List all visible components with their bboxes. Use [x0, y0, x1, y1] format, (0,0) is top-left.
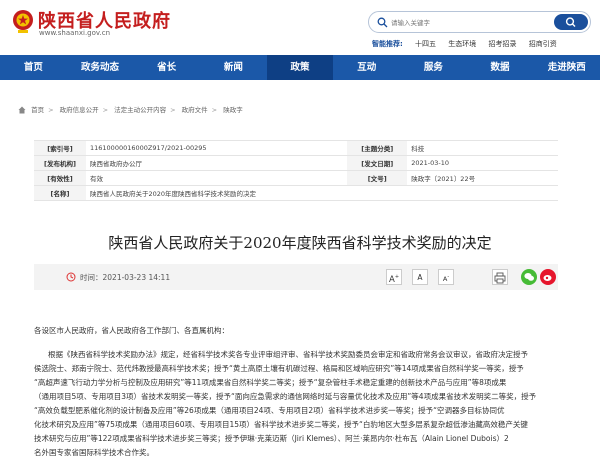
nav-item-data[interactable]: 数据	[467, 55, 534, 80]
nav-item-service[interactable]: 服务	[400, 55, 467, 80]
meta-row: [有效性] 有效 [文号] 陕政字〔2021〕22号	[34, 170, 558, 186]
meta-value: 有效	[86, 170, 348, 186]
nav-item-home[interactable]: 首页	[0, 55, 67, 80]
print-button[interactable]	[492, 269, 508, 285]
breadcrumb-current[interactable]: 陕政字	[223, 106, 243, 114]
smart-item[interactable]: 招商引资	[529, 40, 557, 48]
meta-value: 2021-03-10	[407, 155, 558, 171]
body-line: 技术研究与应用”等122项成果省科学技术进步奖三等奖；授予伊琳·克莱迈斯（Jir…	[34, 434, 509, 443]
meta-row: [索引号] 11610000016000Z917/2021-00295 [主题分…	[34, 140, 558, 156]
breadcrumb-open-info[interactable]: 政府信息公开	[60, 106, 99, 114]
smart-recommend: 智能推荐: 十四五 生态环境 招考招录 招商引资	[372, 39, 567, 49]
search-input[interactable]	[391, 16, 551, 29]
publish-date-value: 2021-03-23 14:11	[102, 273, 171, 282]
meta-value: 11610000016000Z917/2021-00295	[86, 140, 348, 156]
breadcrumb-home[interactable]: 首页	[31, 106, 44, 114]
breadcrumb-gov-docs[interactable]: 政府文件	[182, 106, 208, 114]
publish-date-label: 时间：	[80, 273, 103, 282]
document-meta-table: [索引号] 11610000016000Z917/2021-00295 [主题分…	[34, 140, 558, 201]
nav-item-governor[interactable]: 省长	[133, 55, 200, 80]
meta-value: 陕西省人民政府关于2020年度陕西省科学技术奖励的决定	[86, 185, 558, 201]
nav-item-policy[interactable]: 政策	[266, 55, 334, 80]
home-icon	[18, 106, 26, 114]
meta-key: [主题分类]	[347, 140, 408, 156]
site-header: 陕西省人民政府 www.shaanxi.gov.cn 智能推荐: 十四五 生态环…	[0, 0, 600, 55]
body-line: 根据《陕西省科学技术奖励办法》规定，经省科学技术奖各专业评审组评审、省科学技术奖…	[48, 350, 528, 359]
font-medium-button[interactable]: A	[412, 269, 428, 285]
nav-item-news-gov[interactable]: 政务动态	[67, 55, 134, 80]
weibo-icon	[543, 275, 552, 281]
clock-icon	[66, 272, 76, 282]
search-button[interactable]	[554, 14, 588, 30]
meta-value: 陕西省政府办公厅	[86, 155, 348, 171]
smart-item[interactable]: 生态环境	[448, 40, 476, 48]
wechat-icon	[524, 273, 534, 281]
body-line: （通用项目5项、专用项目3项）省技术发明奖一等奖，授予“面向应急需求的通信网络时…	[34, 392, 537, 401]
article-title: 陕西省人民政府关于2020年度陕西省科学技术奖励的决定	[108, 234, 492, 252]
wechat-share-button[interactable]	[521, 269, 537, 285]
meta-key: [名称]	[34, 185, 86, 201]
breadcrumb-statutory[interactable]: 法定主动公开内容	[114, 106, 166, 114]
meta-key: [发文日期]	[347, 155, 408, 171]
national-emblem-icon	[13, 10, 33, 33]
meta-row: [发布机构] 陕西省政府办公厅 [发文日期] 2021-03-10	[34, 155, 558, 171]
nav-item-interaction[interactable]: 互动	[333, 55, 400, 80]
article-greeting: 各设区市人民政府，省人民政府各工作部门、各直属机构：	[34, 326, 229, 335]
meta-key: [有效性]	[34, 170, 86, 186]
meta-value: 科技	[407, 140, 558, 156]
search-box	[368, 11, 591, 33]
article-toolbar: 时间：2021-03-23 14:11 A+ A A-	[34, 264, 558, 290]
body-line: 化技术研究及应用”等75项成果（通用项目60项、专用项目15项）省科学技术进步奖…	[34, 420, 528, 429]
body-line: 名外国专家省国际科学技术合作奖。	[34, 448, 154, 457]
search-icon	[377, 17, 388, 28]
meta-value: 陕政字〔2021〕22号	[407, 170, 558, 186]
nav-item-shaanxi[interactable]: 走进陕西	[533, 55, 600, 80]
nav-item-news[interactable]: 新闻	[200, 55, 267, 80]
font-small-button[interactable]: A-	[438, 269, 454, 285]
breadcrumb: 首页 > 政府信息公开 > 法定主动公开内容 > 政府文件 > 陕政字	[18, 104, 243, 114]
body-line: “高效负载型肥系催化剂的设计制备及应用”等26项成果（通用项目24项、专用项目2…	[34, 406, 505, 415]
font-large-button[interactable]: A+	[386, 269, 402, 285]
font-medium-label: A	[417, 273, 423, 282]
meta-row: [名称] 陕西省人民政府关于2020年度陕西省科学技术奖励的决定	[34, 185, 558, 201]
meta-key: [文号]	[347, 170, 408, 186]
main-nav: 首页 政务动态 省长 新闻 政策 互动 服务 数据 走进陕西	[0, 55, 600, 80]
publish-date: 时间：2021-03-23 14:11	[80, 272, 170, 283]
meta-key: [发布机构]	[34, 155, 86, 171]
site-url: www.shaanxi.gov.cn	[39, 29, 111, 37]
smart-item[interactable]: 招考招录	[489, 40, 517, 48]
smart-item[interactable]: 十四五	[415, 40, 436, 48]
body-line: 侯选院士、郑南宁院士、范代炜教授最高科学技术奖；授予“黄土高原土壤有机碳过程、格…	[34, 364, 524, 373]
smart-recommend-label: 智能推荐:	[372, 40, 403, 48]
search-button-icon	[565, 17, 576, 27]
meta-key: [索引号]	[34, 140, 86, 156]
article-body: 根据《陕西省科学技术奖励办法》规定，经省科学技术奖各专业评审组评审、省科学技术奖…	[34, 348, 564, 460]
body-line: “高超声速飞行动力学分析与控制及应用研究”等11项成果省自然科学奖二等奖；授予“…	[34, 378, 507, 387]
weibo-share-button[interactable]	[540, 269, 556, 285]
print-icon	[494, 272, 506, 284]
